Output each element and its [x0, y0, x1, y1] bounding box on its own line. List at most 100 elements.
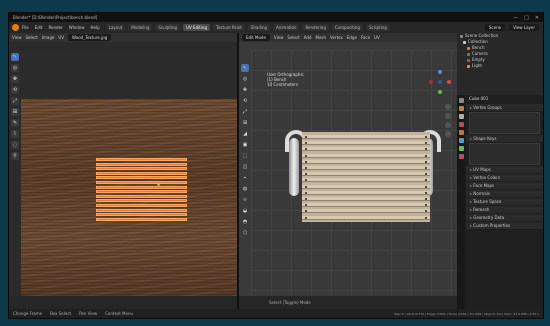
- annotate-tool-icon[interactable]: ✎: [11, 119, 19, 127]
- menu-view[interactable]: View: [274, 35, 284, 40]
- tool-tab-icon[interactable]: [458, 98, 464, 103]
- tab-layout[interactable]: Layout: [105, 24, 126, 31]
- mode-selector[interactable]: Edit Mode: [242, 34, 270, 41]
- minimize-button[interactable]: —: [513, 15, 518, 21]
- relax-tool-icon[interactable]: ⌇: [11, 130, 19, 138]
- menu-uv[interactable]: UV: [58, 35, 64, 40]
- poly-build-tool-icon[interactable]: ◓: [241, 218, 249, 226]
- maximize-button[interactable]: □: [524, 15, 529, 21]
- measure-tool-icon[interactable]: ▣: [241, 141, 249, 149]
- data-tab-icon[interactable]: [458, 146, 464, 151]
- close-button[interactable]: ✕: [535, 15, 539, 21]
- menu-select[interactable]: Select: [26, 35, 38, 40]
- pan-icon[interactable]: [445, 113, 451, 119]
- add-cube-tool-icon[interactable]: ⬚: [241, 152, 249, 160]
- uv-slat[interactable]: [96, 190, 187, 194]
- uv-slat[interactable]: [96, 213, 187, 217]
- outliner[interactable]: Scene Collection Collection Bench Camera Emp…: [457, 33, 543, 95]
- menu-edit[interactable]: Edit: [35, 25, 43, 30]
- render-tab-icon[interactable]: [458, 106, 464, 111]
- camera-view-icon[interactable]: [445, 122, 451, 128]
- uv-slat[interactable]: [96, 185, 187, 189]
- uv-slat[interactable]: [96, 208, 187, 212]
- menu-select[interactable]: Select: [287, 35, 299, 40]
- move-tool-icon[interactable]: ✥: [11, 75, 19, 83]
- section-face-maps[interactable]: Face Maps: [466, 182, 543, 189]
- scale-tool-icon[interactable]: ⤢: [241, 108, 249, 116]
- move-tool-icon[interactable]: ✥: [241, 86, 249, 94]
- axis-gizmo[interactable]: [429, 70, 451, 96]
- uv-slat[interactable]: [96, 158, 187, 161]
- tab-texture-paint[interactable]: Texture Paint: [212, 24, 245, 31]
- menu-vertex[interactable]: Vertex: [330, 35, 343, 40]
- uv-slat[interactable]: [96, 162, 187, 166]
- uv-slat[interactable]: [96, 194, 187, 198]
- zoom-icon[interactable]: [445, 104, 451, 110]
- tab-compositing[interactable]: Compositing: [331, 24, 363, 31]
- ortho-toggle-icon[interactable]: [445, 131, 451, 137]
- menu-file[interactable]: File: [22, 25, 29, 30]
- uv-slat[interactable]: [96, 171, 187, 175]
- uv-slat[interactable]: [96, 217, 187, 221]
- section-vertex-colors[interactable]: Vertex Colors: [466, 174, 543, 181]
- uv-island[interactable]: [96, 158, 187, 222]
- mesh-name-field[interactable]: Cube.001: [466, 95, 543, 103]
- image-name-field[interactable]: Wood_Texture.jpg: [68, 34, 112, 41]
- annotate-tool-icon[interactable]: ◢: [241, 130, 249, 138]
- menu-help[interactable]: Help: [90, 25, 99, 30]
- rotate-tool-icon[interactable]: ⟲: [11, 86, 19, 94]
- cursor-tool-icon[interactable]: ◎: [241, 75, 249, 83]
- section-remesh[interactable]: Remesh: [466, 206, 543, 213]
- cursor-tool-icon[interactable]: ◎: [11, 64, 19, 72]
- tab-animation[interactable]: Animation: [273, 24, 300, 31]
- section-vertex-groups[interactable]: Vertex Groups: [466, 104, 543, 111]
- bevel-tool-icon[interactable]: ◍: [241, 185, 249, 193]
- loop-cut-tool-icon[interactable]: ⟐: [241, 196, 249, 204]
- section-texture-space[interactable]: Texture Space: [466, 198, 543, 205]
- uv-slat[interactable]: [96, 204, 187, 207]
- extrude-tool-icon[interactable]: ◫: [241, 163, 249, 171]
- section-geometry-data[interactable]: Geometry Data: [466, 214, 543, 221]
- knife-tool-icon[interactable]: ◒: [241, 207, 249, 215]
- section-shape-keys[interactable]: Shape Keys: [466, 135, 543, 142]
- tab-shading[interactable]: Shading: [247, 24, 271, 31]
- object-tab-icon[interactable]: [458, 130, 464, 135]
- tab-sculpting[interactable]: Sculpting: [155, 24, 181, 31]
- material-tab-icon[interactable]: [458, 154, 464, 159]
- scene-tab-icon[interactable]: [458, 122, 464, 127]
- section-uv-maps[interactable]: UV Maps: [466, 166, 543, 173]
- scale-tool-icon[interactable]: ⤢: [11, 97, 19, 105]
- menu-render[interactable]: Render: [48, 25, 62, 30]
- menu-mesh[interactable]: Mesh: [316, 35, 327, 40]
- bench-seat-mesh[interactable]: [302, 132, 430, 222]
- section-normals[interactable]: Normals: [466, 190, 543, 197]
- vertex-groups-list[interactable]: [469, 112, 540, 134]
- menu-add[interactable]: Add: [304, 35, 312, 40]
- tab-uv-editing[interactable]: UV Editing: [183, 24, 210, 31]
- uv-slat[interactable]: [96, 176, 187, 180]
- menu-uv[interactable]: UV: [374, 35, 380, 40]
- uv-image-editor[interactable]: View Select Image UV Wood_Texture.jpg ↖ …: [9, 33, 237, 309]
- 3d-viewport[interactable]: Edit Mode View Select Add Mesh Vertex Ed…: [239, 33, 457, 309]
- uv-slat[interactable]: [96, 167, 187, 171]
- uv-slat[interactable]: [96, 199, 187, 203]
- shape-keys-list[interactable]: [469, 143, 540, 165]
- section-custom-properties[interactable]: Custom Properties: [466, 222, 543, 229]
- blender-logo-icon[interactable]: [12, 24, 19, 31]
- menu-view[interactable]: View: [12, 35, 22, 40]
- pinch-tool-icon[interactable]: ⚲: [11, 152, 19, 160]
- view-layer-selector[interactable]: View Layer: [509, 24, 539, 31]
- viewport-grid[interactable]: User Orthographic (1) Bench 10 Centimete…: [251, 50, 457, 295]
- menu-face[interactable]: Face: [361, 35, 370, 40]
- tab-modeling[interactable]: Modeling: [128, 24, 153, 31]
- uv-slat[interactable]: [96, 181, 187, 184]
- grab-tool-icon[interactable]: ◌: [11, 141, 19, 149]
- outliner-row[interactable]: Light: [457, 63, 543, 69]
- menu-image[interactable]: Image: [42, 35, 55, 40]
- select-tool-icon[interactable]: ↖: [241, 64, 249, 72]
- transform-tool-icon[interactable]: ⊞: [241, 119, 249, 127]
- modifier-tab-icon[interactable]: [458, 138, 464, 143]
- menu-window[interactable]: Window: [69, 25, 85, 30]
- output-tab-icon[interactable]: [458, 114, 464, 119]
- menu-edge[interactable]: Edge: [347, 35, 357, 40]
